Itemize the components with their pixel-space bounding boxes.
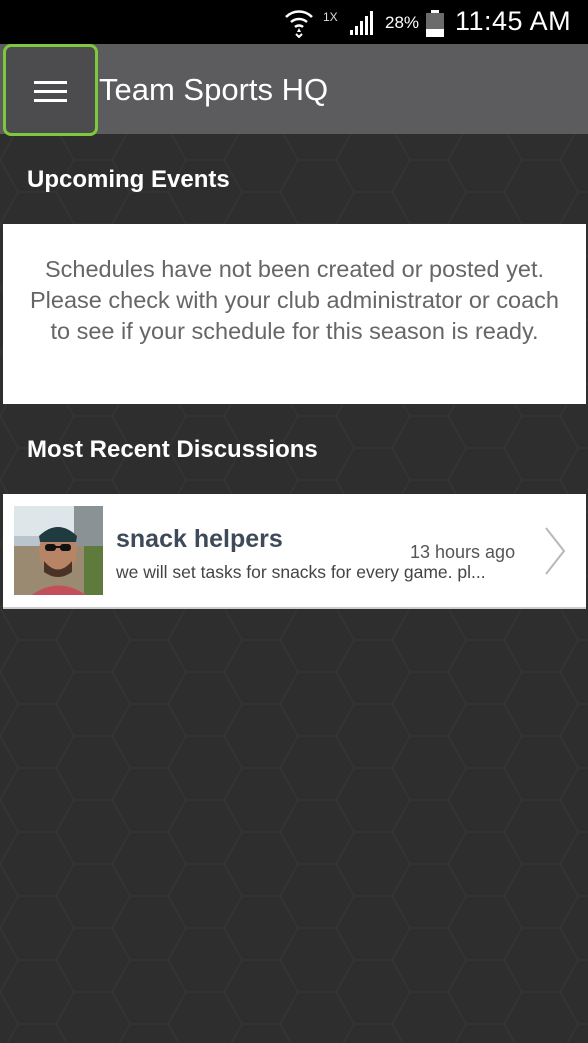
battery-icon — [426, 10, 444, 37]
app-bar: Team Sports HQ — [0, 44, 588, 136]
signal-icon — [350, 11, 373, 35]
wifi-icon — [285, 10, 313, 38]
chevron-right-icon — [545, 527, 566, 575]
hamburger-menu-button[interactable] — [3, 44, 98, 136]
battery-percent: 28% — [385, 13, 420, 32]
discussion-title: snack helpers — [116, 525, 283, 553]
discussion-item[interactable]: snack helpers 13 hours ago we will set t… — [3, 494, 586, 609]
hamburger-menu-icon — [34, 81, 67, 84]
user-avatar-photo — [14, 506, 103, 595]
discussion-timestamp: 13 hours ago — [410, 542, 516, 562]
hamburger-menu-icon-bar — [34, 90, 67, 93]
clock: 11:45 AM — [455, 6, 572, 36]
hamburger-menu-icon-bar — [34, 99, 67, 102]
discussion-snippet: we will set tasks for snacks for every g… — [116, 562, 486, 582]
app-title: Team Sports HQ — [99, 72, 329, 107]
recent-discussions-header: Most Recent Discussions — [27, 436, 318, 463]
upcoming-events-header: Upcoming Events — [27, 166, 230, 193]
user-avatar — [14, 506, 103, 595]
upcoming-events-message: Schedules have not been created or poste… — [3, 224, 586, 404]
network-type-label: 1X — [323, 10, 338, 24]
status-bar: 1X 28% 11:45 AM — [0, 0, 588, 44]
